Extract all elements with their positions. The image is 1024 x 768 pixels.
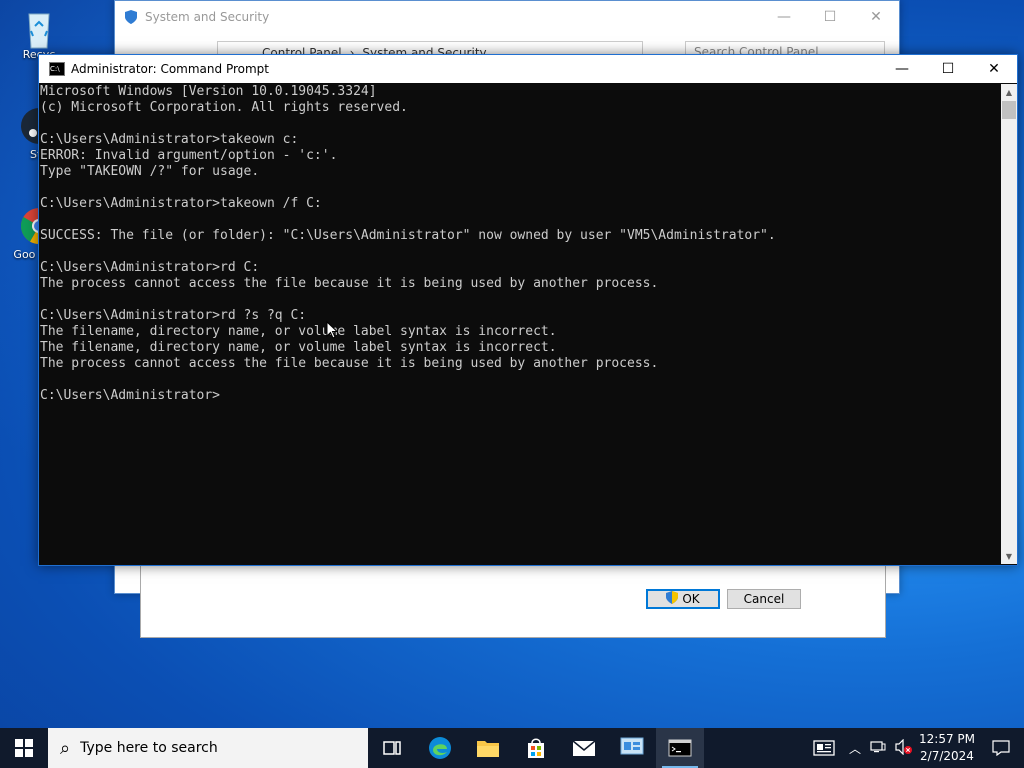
console-line: (c) Microsoft Corporation. All rights re…: [40, 100, 408, 115]
scroll-up-icon[interactable]: ▲: [1001, 84, 1017, 100]
volume-muted-icon[interactable]: [890, 738, 916, 758]
console-line: The process cannot access the file becau…: [40, 356, 659, 371]
microsoft-store-icon[interactable]: [512, 728, 560, 768]
task-view-icon[interactable]: [368, 728, 416, 768]
cmd-vertical-scrollbar[interactable]: ▲ ▼: [1001, 84, 1017, 564]
clock-time: 12:57 PM: [919, 732, 975, 746]
command-prompt-window[interactable]: C:\ Administrator: Command Prompt — ☐ ✕ …: [38, 54, 1018, 566]
cmd-title: Administrator: Command Prompt: [71, 62, 269, 76]
edge-icon[interactable]: [416, 728, 464, 768]
console-line: The process cannot access the file becau…: [40, 276, 659, 291]
command-prompt-icon[interactable]: [656, 728, 704, 768]
taskbar-search-placeholder: Type here to search: [80, 740, 218, 756]
desktop: Recyc Ste Goo Chro System and Security —…: [0, 0, 1024, 728]
recycle-bin-icon: [19, 6, 59, 49]
start-button[interactable]: [0, 728, 48, 768]
console-line: Type "TAKEOWN /?" for usage.: [40, 164, 260, 179]
cancel-button[interactable]: Cancel: [727, 589, 801, 609]
cmd-maximize-button[interactable]: ☐: [925, 55, 971, 83]
news-widget-icon[interactable]: [804, 728, 844, 768]
maximize-button[interactable]: ☐: [807, 1, 853, 32]
console-line: C:\Users\Administrator>rd C:: [40, 260, 260, 275]
console-line: Microsoft Windows [Version 10.0.19045.33…: [40, 84, 377, 99]
scroll-thumb[interactable]: [1002, 101, 1016, 119]
cmd-titlebar[interactable]: C:\ Administrator: Command Prompt — ☐ ✕: [39, 55, 1017, 83]
console-line: The filename, directory name, or volume …: [40, 340, 557, 355]
console-line: SUCCESS: The file (or folder): "C:\Users…: [40, 228, 776, 243]
mail-icon[interactable]: [560, 728, 608, 768]
properties-dialog: OK Cancel: [140, 564, 886, 638]
console-line: C:\Users\Administrator>rd ?s ?q C:: [40, 308, 307, 323]
cmd-minimize-button[interactable]: —: [879, 55, 925, 83]
search-icon: ⌕: [60, 737, 71, 759]
cmd-close-button[interactable]: ✕: [971, 55, 1017, 83]
taskbar: ⌕ Type here to search ︿ 12:57 PM 2/7/202: [0, 728, 1024, 768]
cancel-label: Cancel: [743, 592, 785, 606]
file-explorer-icon[interactable]: [464, 728, 512, 768]
recycle-bin-shortcut[interactable]: Recyc: [4, 6, 74, 61]
cmd-app-icon: C:\: [49, 62, 65, 76]
control-panel-icon[interactable]: [608, 728, 656, 768]
taskbar-clock[interactable]: 12:57 PM 2/7/2024: [916, 731, 978, 765]
ok-button[interactable]: OK: [646, 589, 720, 609]
network-icon[interactable]: [866, 740, 890, 757]
minimize-button[interactable]: —: [761, 1, 807, 32]
control-panel-title: System and Security: [145, 9, 270, 24]
windows-logo-icon: [15, 739, 33, 757]
close-button[interactable]: ✕: [853, 1, 899, 32]
console-line: ERROR: Invalid argument/option - 'c:'.: [40, 148, 338, 163]
scroll-down-icon[interactable]: ▼: [1001, 548, 1017, 564]
console-line: C:\Users\Administrator>takeown c:: [40, 132, 299, 147]
notification-center-icon[interactable]: [978, 728, 1024, 768]
console-line: C:\Users\Administrator>: [40, 388, 221, 403]
taskbar-search-box[interactable]: ⌕ Type here to search: [48, 728, 368, 768]
console-line: C:\Users\Administrator>takeown /f C:: [40, 196, 322, 211]
show-hidden-icons-chevron-icon[interactable]: ︿: [844, 740, 866, 757]
shield-icon: [123, 9, 139, 25]
console-line: The filename, directory name, or volume …: [40, 324, 557, 339]
console-output[interactable]: Microsoft Windows [Version 10.0.19045.33…: [40, 84, 1000, 564]
mouse-cursor-icon: [326, 321, 338, 339]
clock-date: 2/7/2024: [920, 749, 974, 763]
system-tray: ︿ 12:57 PM 2/7/2024: [804, 728, 1024, 768]
ok-label: OK: [682, 592, 700, 606]
uac-shield-icon: [666, 591, 679, 607]
